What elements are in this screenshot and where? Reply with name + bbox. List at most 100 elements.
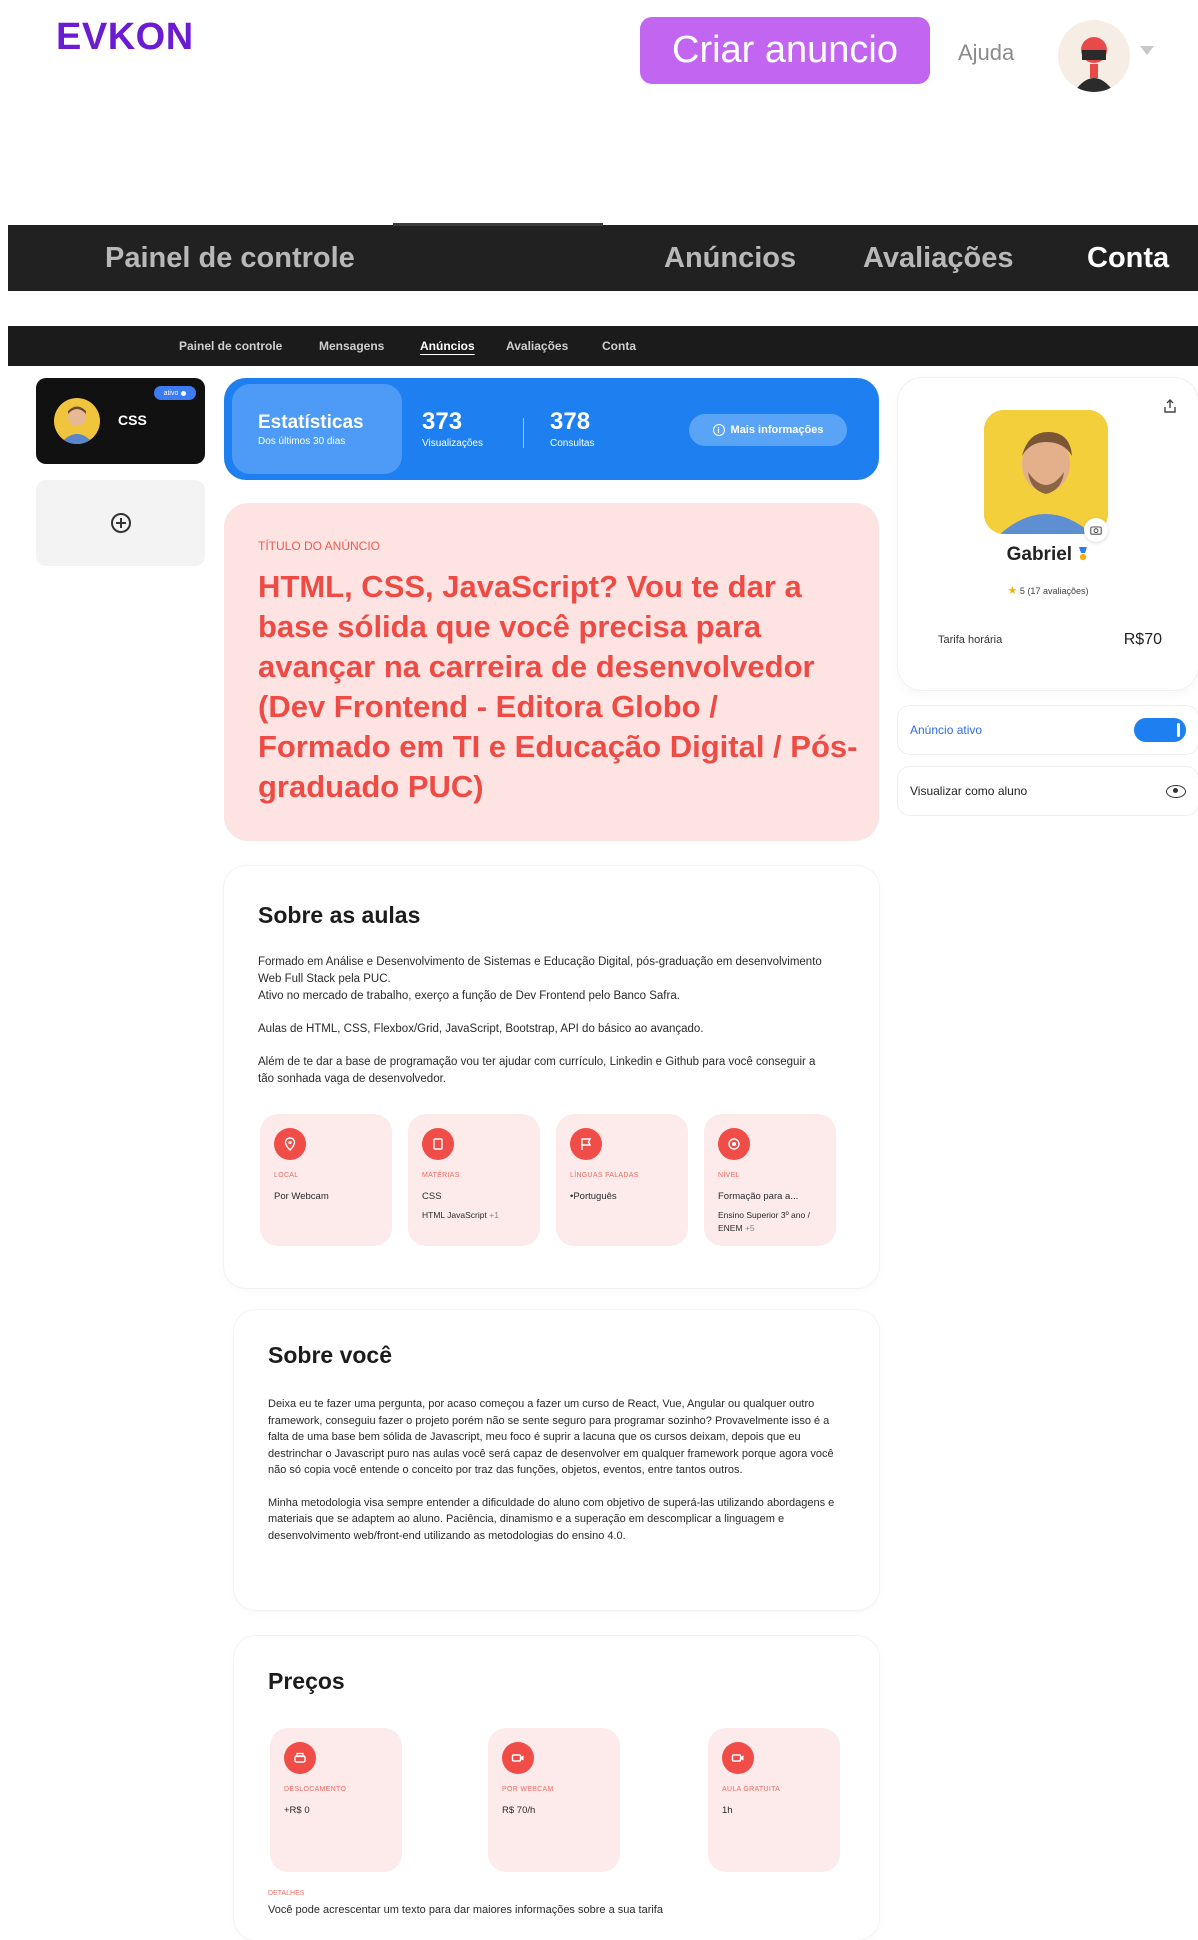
about-classes-p3: Além de te dar a base de programação vou… xyxy=(258,1056,816,1085)
flag-icon xyxy=(570,1128,602,1160)
tile-level-rest: Ensino Superior 3º ano / ENEM +5 xyxy=(718,1209,836,1235)
ad-active-label: Anúncio ativo xyxy=(910,723,983,737)
more-info-label: Mais informações xyxy=(730,424,824,436)
car-icon xyxy=(284,1742,316,1774)
ad-chip-label: CSS xyxy=(118,412,147,428)
active-badge: ativo xyxy=(154,386,196,400)
star-icon: ★ xyxy=(1007,585,1018,597)
view-as-student-label: Visualizar como aluno xyxy=(910,784,1028,798)
hourly-rate-value: R$70 xyxy=(1123,631,1162,648)
tile-languages-value: •Português xyxy=(570,1191,617,1202)
about-classes-p2: Aulas de HTML, CSS, Flexbox/Grid, JavaSc… xyxy=(258,1023,704,1035)
about-classes-heading: Sobre as aulas xyxy=(258,902,421,928)
stats-bar: Estatísticas Dos últimos 30 dias 373 Vis… xyxy=(224,378,879,480)
share-icon[interactable] xyxy=(1162,398,1178,414)
ad-title-card[interactable]: TÍTULO DO ANÚNCIO HTML, CSS, JavaScript?… xyxy=(224,503,879,841)
main-nav-reviews[interactable]: Avaliações xyxy=(863,225,1013,291)
tile-location[interactable]: LOCAL Por Webcam xyxy=(260,1114,392,1246)
verified-badge-icon xyxy=(1079,547,1088,561)
user-avatar-icon xyxy=(1074,37,1114,92)
create-ad-button[interactable]: Criar anuncio xyxy=(640,17,930,84)
add-ad-button[interactable] xyxy=(36,480,205,566)
price-details-caption: DETALHES xyxy=(268,1890,305,1897)
tile-subjects-caption: MATÉRIAS xyxy=(422,1172,460,1179)
ad-chip-css[interactable]: CSS ativo xyxy=(36,378,205,464)
active-dot-icon xyxy=(181,390,187,396)
tile-subjects-first: CSS xyxy=(422,1191,442,1202)
more-info-button[interactable]: i Mais informações xyxy=(689,414,847,446)
ad-active-row: Anúncio ativo xyxy=(898,706,1198,754)
stats-title: Estatísticas xyxy=(258,412,364,433)
hourly-rate-label: Tarifa horária xyxy=(938,634,1003,646)
sub-nav-account[interactable]: Conta xyxy=(602,326,636,366)
profile-photo[interactable] xyxy=(984,410,1108,534)
book-icon xyxy=(422,1128,454,1160)
active-badge-label: ativo xyxy=(163,389,179,397)
about-classes-text: Formado em Análise e Desenvolvimento de … xyxy=(258,954,833,1088)
info-icon: i xyxy=(712,424,725,436)
tile-level-first: Formação para a... xyxy=(718,1191,799,1202)
sub-nav: Painel de controle Mensagens Anúncios Av… xyxy=(8,326,1198,366)
price-tile-travel[interactable]: DESLOCAMENTO +R$ 0 xyxy=(270,1728,402,1872)
help-link[interactable]: Ajuda xyxy=(958,40,1014,66)
price-tile-webcam[interactable]: POR WEBCAM R$ 70/h xyxy=(488,1728,620,1872)
person-photo-icon xyxy=(60,406,94,444)
main-nav-dashboard[interactable]: Painel de controle xyxy=(105,225,355,291)
price-webcam-caption: POR WEBCAM xyxy=(502,1786,554,1793)
sub-nav-dashboard[interactable]: Painel de controle xyxy=(179,326,282,366)
about-classes-card[interactable]: Sobre as aulas Formado em Análise e Dese… xyxy=(224,866,879,1288)
stat-consults: 378 Consultas xyxy=(550,408,594,449)
stats-subtitle: Dos últimos 30 dias xyxy=(258,436,346,447)
prices-heading: Preços xyxy=(268,1668,345,1694)
tile-languages-caption: LÍNGUAS FALADAS xyxy=(570,1172,639,1179)
price-webcam-value: R$ 70/h xyxy=(502,1805,536,1816)
tile-level[interactable]: NÍVEL Formação para a... Ensino Superior… xyxy=(704,1114,836,1246)
stat-consults-label: Consultas xyxy=(550,438,595,449)
price-details-text: Você pode acrescentar um texto para dar … xyxy=(268,1904,663,1916)
main-nav-ads[interactable]: Anúncios xyxy=(664,225,796,291)
chevron-down-icon[interactable] xyxy=(1140,46,1154,55)
tile-languages[interactable]: LÍNGUAS FALADAS •Português xyxy=(556,1114,688,1246)
prices-card[interactable]: Preços DESLOCAMENTO +R$ 0 POR WEBCAM R$ … xyxy=(234,1636,879,1940)
ad-active-toggle[interactable] xyxy=(1134,718,1186,742)
tile-level-more-list: Ensino Superior 3º ano / ENEM xyxy=(718,1210,810,1233)
about-you-p1: Deixa eu te fazer uma pergunta, por acas… xyxy=(268,1398,834,1476)
main-nav: Painel de controle Anúncios Avaliações C… xyxy=(8,223,1198,291)
about-classes-p1: Formado em Análise e Desenvolvimento de … xyxy=(258,956,822,985)
about-you-card[interactable]: Sobre você Deixa eu te fazer uma pergunt… xyxy=(234,1310,879,1610)
sub-nav-messages[interactable]: Mensagens xyxy=(319,326,384,366)
top-header: EVKON Criar anuncio Ajuda xyxy=(0,0,1198,100)
tile-subjects[interactable]: MATÉRIAS CSS HTML JavaScript +1 xyxy=(408,1114,540,1246)
price-free-caption: AULA GRATUITA xyxy=(722,1786,781,1793)
main-nav-account[interactable]: Conta xyxy=(1087,225,1169,291)
tile-location-value: Por Webcam xyxy=(274,1191,329,1202)
nav-divider xyxy=(393,223,603,226)
camera-icon[interactable] xyxy=(1084,518,1108,542)
tile-subjects-value: CSS HTML JavaScript +1 xyxy=(422,1190,499,1222)
profile-rating: ★ 5 (17 avaliações) xyxy=(898,584,1198,597)
price-travel-value: +R$ 0 xyxy=(284,1805,310,1816)
view-as-student-row[interactable]: Visualizar como aluno xyxy=(898,767,1198,815)
ad-title: HTML, CSS, JavaScript? Vou te dar a base… xyxy=(258,569,858,804)
profile-reviews: (17 avaliações) xyxy=(1027,586,1089,596)
tile-location-caption: LOCAL xyxy=(274,1172,299,1179)
stat-consults-value: 378 xyxy=(550,408,591,435)
price-free-value: 1h xyxy=(722,1805,733,1816)
stat-views-value: 373 xyxy=(422,408,463,435)
profile-rating-value: 5 xyxy=(1019,586,1025,596)
profile-card: Gabriel ★ 5 (17 avaliações) Tarifa horár… xyxy=(898,378,1198,690)
stat-views: 373 Visualizações xyxy=(422,408,483,449)
plus-circle-icon xyxy=(110,513,131,533)
sub-nav-ads[interactable]: Anúncios xyxy=(420,326,475,366)
ad-chip-avatar xyxy=(54,398,100,444)
level-icon xyxy=(718,1128,750,1160)
sub-nav-reviews[interactable]: Avaliações xyxy=(506,326,568,366)
price-travel-caption: DESLOCAMENTO xyxy=(284,1786,347,1793)
about-classes-p1b: Ativo no mercado de trabalho, exerço a f… xyxy=(258,990,680,1002)
about-you-text: Deixa eu te fazer uma pergunta, por acas… xyxy=(268,1396,848,1544)
logo[interactable]: EVKON xyxy=(56,16,194,59)
video-camera-icon xyxy=(502,1742,534,1774)
price-tile-free-class[interactable]: AULA GRATUITA 1h xyxy=(708,1728,840,1872)
user-avatar[interactable] xyxy=(1058,20,1130,92)
about-you-heading: Sobre você xyxy=(268,1342,392,1368)
